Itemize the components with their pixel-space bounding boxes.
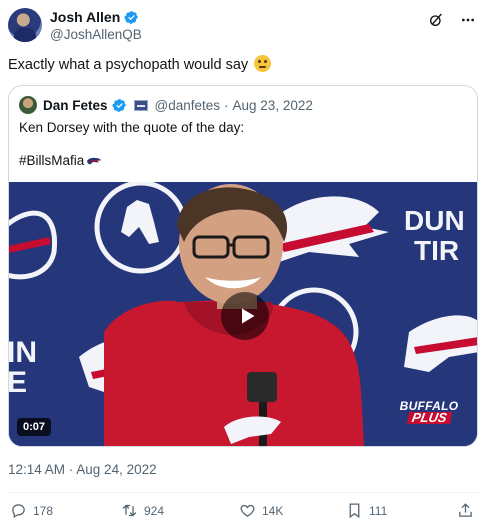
heart-icon xyxy=(240,504,255,517)
bookmark-button[interactable]: 111 xyxy=(346,502,387,519)
bills-logo-icon xyxy=(87,157,102,164)
quoted-separator: · xyxy=(224,97,229,113)
quoted-verified-badge-icon xyxy=(112,98,126,112)
svg-text:E: E xyxy=(9,366,27,399)
svg-text:TIR: TIR xyxy=(414,235,459,266)
play-icon xyxy=(241,308,254,324)
bookmark-count: 111 xyxy=(369,503,388,518)
video-player[interactable]: DUN TIR IN E 0:07 BUFFALO PLUS xyxy=(9,182,477,446)
reply-icon xyxy=(12,504,25,519)
share-icon xyxy=(459,503,472,517)
like-count: 14K xyxy=(262,503,284,518)
video-duration: 0:07 xyxy=(17,418,52,436)
bookmark-icon xyxy=(349,503,360,519)
share-button[interactable] xyxy=(457,502,474,519)
reply-button[interactable]: 178 xyxy=(10,502,53,519)
affiliate-badge-icon xyxy=(133,99,148,111)
verified-badge-icon xyxy=(124,10,139,24)
grok-icon[interactable] xyxy=(428,12,444,28)
repost-button[interactable]: 924 xyxy=(121,502,164,519)
repost-icon xyxy=(122,504,137,517)
buffalo-plus-logo: BUFFALO PLUS xyxy=(397,400,461,425)
quoted-text: Ken Dorsey with the quote of the day: xyxy=(19,120,245,135)
repost-count: 924 xyxy=(144,503,165,518)
quoted-hashtag-line: #BillsMafia xyxy=(19,153,102,168)
brand-line2: PLUS xyxy=(406,410,452,425)
svg-text:IN: IN xyxy=(9,336,37,369)
svg-text:DUN: DUN xyxy=(404,205,465,236)
tweet-text-content: Exactly what a psychopath would say xyxy=(8,57,249,73)
tweet-header: Josh Allen @JoshAllenQB xyxy=(8,8,478,44)
thinking-face-icon xyxy=(254,55,272,72)
tweet-text: Exactly what a psychopath would say xyxy=(8,55,272,73)
author-name-row: Josh Allen xyxy=(50,9,139,25)
more-options-icon[interactable] xyxy=(460,12,476,28)
action-bar: 178 924 14K 111 xyxy=(8,500,478,524)
quoted-author-name: Dan Fetes xyxy=(43,97,108,113)
hashtag-link[interactable]: #BillsMafia xyxy=(19,153,84,168)
quoted-date: Aug 23, 2022 xyxy=(232,97,313,113)
author-name[interactable]: Josh Allen xyxy=(50,9,120,25)
quoted-tweet[interactable]: Dan Fetes @danfetes · Aug 23, 2022 Ken D… xyxy=(8,85,478,447)
like-button[interactable]: 14K xyxy=(239,502,283,519)
reply-count: 178 xyxy=(33,503,54,518)
header-actions xyxy=(428,12,476,28)
author-avatar[interactable] xyxy=(8,8,42,42)
tweet-timestamp[interactable]: 12:14 AM · Aug 24, 2022 xyxy=(8,462,157,477)
play-button[interactable] xyxy=(221,292,269,340)
author-handle[interactable]: @JoshAllenQB xyxy=(50,27,142,42)
quoted-author-handle: @danfetes xyxy=(154,97,221,113)
quoted-tweet-header: Dan Fetes @danfetes · Aug 23, 2022 xyxy=(19,96,313,114)
quoted-author-avatar xyxy=(19,96,37,114)
divider xyxy=(8,492,478,493)
